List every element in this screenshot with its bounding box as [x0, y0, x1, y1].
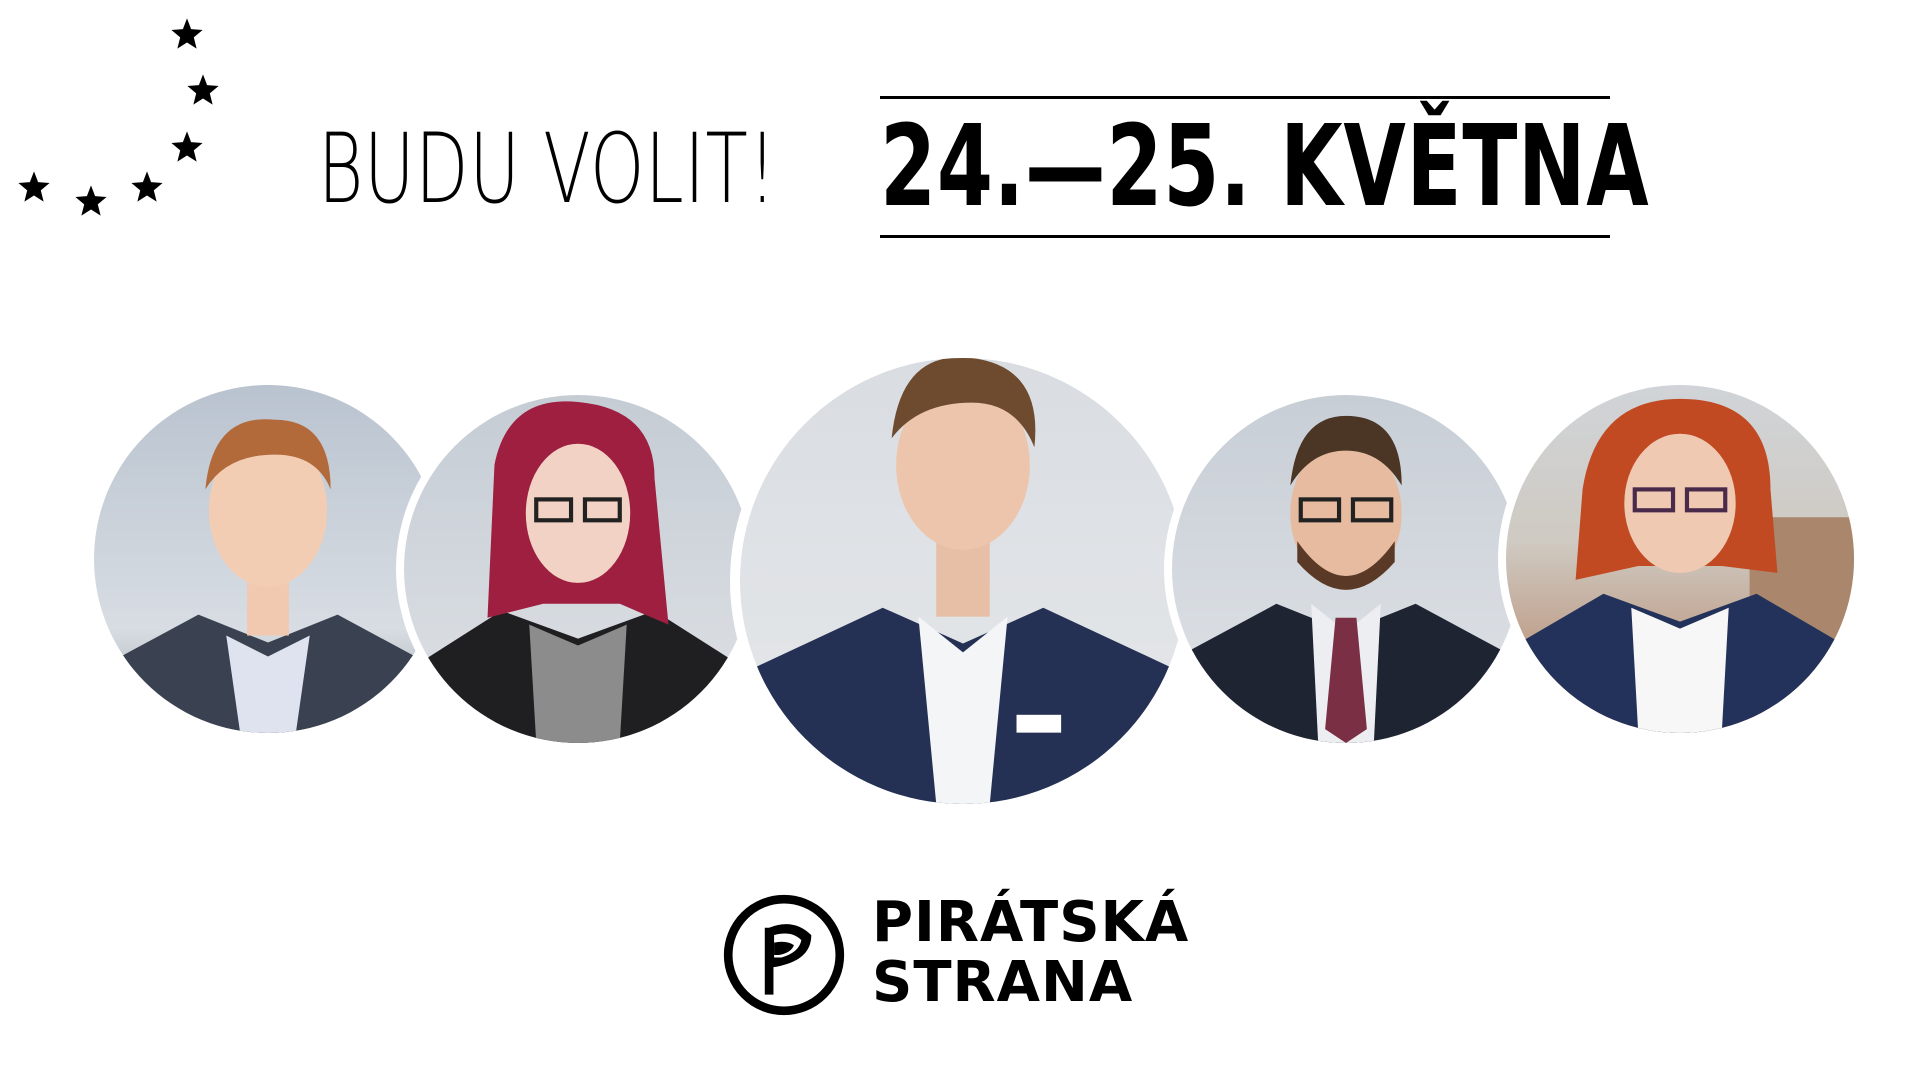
election-date: 24.—25. KVĚTNA [880, 102, 1650, 232]
party-name-line1: PIRÁTSKÁ [872, 890, 1190, 955]
star-icon [186, 73, 220, 107]
star-icon [74, 184, 108, 218]
candidate-portrait-3 [740, 358, 1186, 804]
candidate-portrait-4 [1172, 395, 1520, 743]
election-date-block: 24.—25. KVĚTNA [880, 96, 1649, 238]
poster: BUDU VOLIT! 24.—25. KVĚTNA PIRÁTSKÁ STRA… [0, 0, 1920, 1080]
pirate-flag-icon [722, 893, 846, 1017]
party-name: PIRÁTSKÁ STRANA [872, 893, 1189, 1013]
candidate-portrait-5 [1506, 385, 1854, 733]
candidate-portrait-2 [404, 395, 752, 743]
star-icon [17, 170, 51, 204]
party-name-line2: STRANA [872, 950, 1134, 1015]
candidate-portrait-1 [94, 385, 442, 733]
star-icon [170, 130, 204, 164]
headline-budu-volit: BUDU VOLIT! [318, 113, 777, 225]
star-icon [130, 170, 164, 204]
star-icon [170, 17, 204, 51]
date-rule-top [880, 96, 1610, 99]
date-rule-bottom [880, 235, 1610, 238]
